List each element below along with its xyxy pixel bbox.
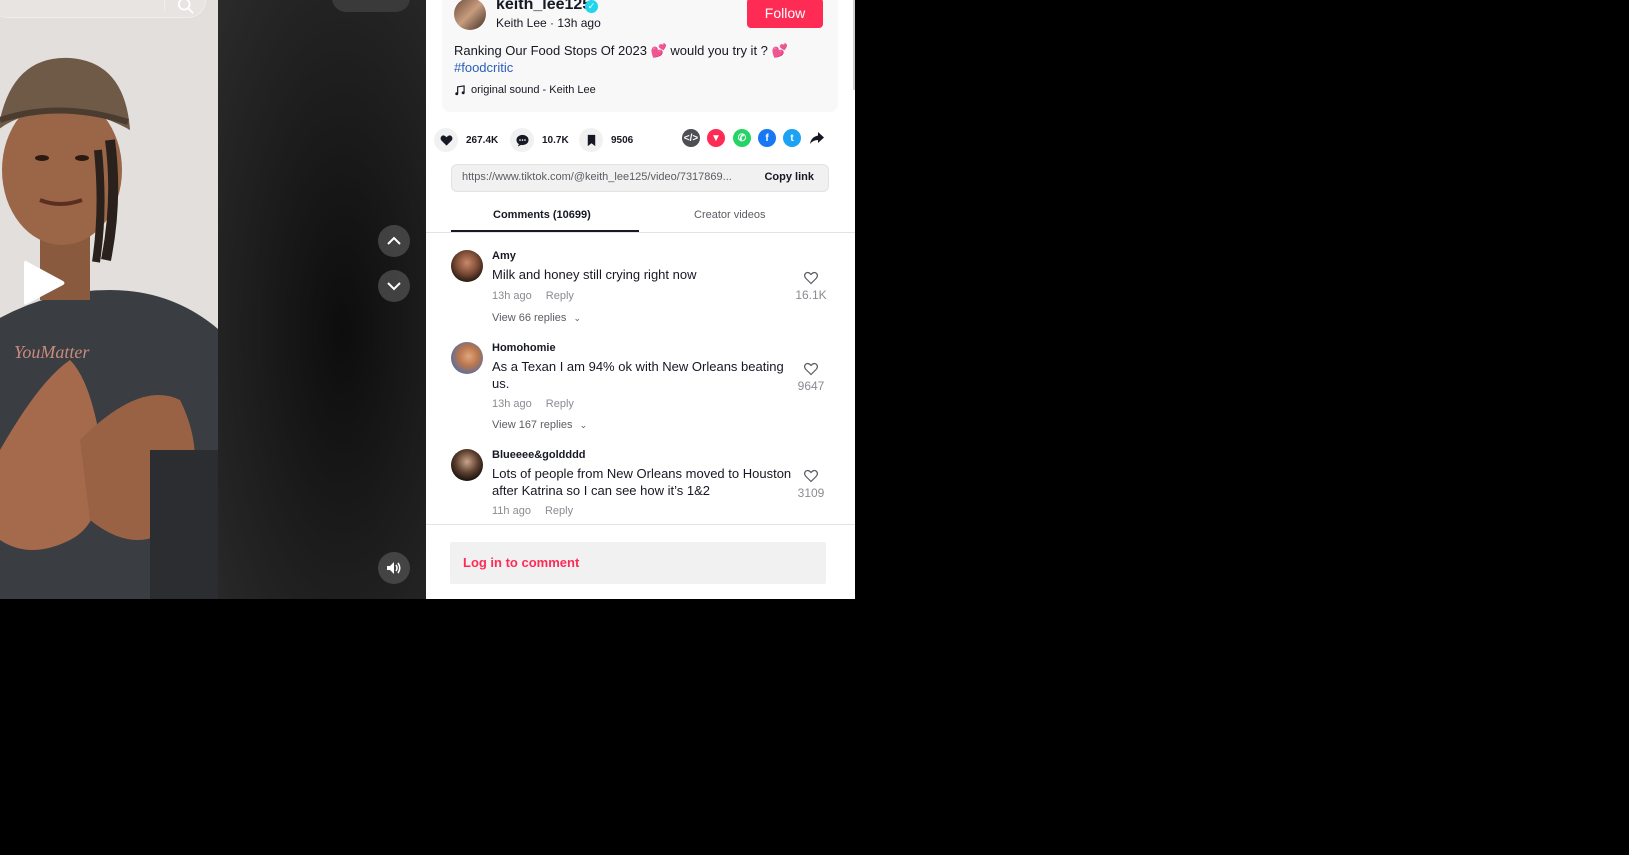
reply-button[interactable]: Reply — [546, 398, 574, 410]
tab-creator-videos[interactable]: Creator videos — [694, 209, 766, 221]
twitter-icon[interactable]: t — [783, 129, 801, 147]
heart-icon — [440, 134, 452, 146]
comment-text: As a Texan I am 94% ok with New Orleans … — [492, 359, 784, 391]
comment-button[interactable] — [510, 128, 534, 152]
tab-comments[interactable]: Comments (10699) — [493, 209, 591, 221]
view-replies-button[interactable]: View 66 replies ⌄ — [492, 312, 581, 324]
search-bar[interactable] — [0, 0, 206, 18]
panel-scrollbar[interactable] — [853, 0, 855, 90]
comment-meta: 13h ago Reply — [492, 398, 574, 410]
comment-time: 13h ago — [492, 398, 532, 410]
comment-like[interactable]: 16.1K — [794, 271, 828, 302]
share-arrow-icon[interactable] — [808, 129, 826, 147]
report-button[interactable] — [332, 0, 410, 12]
comment-like-count: 3109 — [797, 486, 825, 500]
creator-username[interactable]: keith_lee125 — [496, 0, 591, 14]
send-icon[interactable]: ▼ — [707, 129, 725, 147]
comments-divider — [426, 524, 855, 525]
hashtag-link[interactable]: #foodcritic — [454, 60, 513, 75]
comment-like[interactable]: 9647 — [794, 362, 828, 393]
comment-like-count: 16.1K — [795, 288, 827, 302]
comment-text: Milk and honey still crying right now — [492, 267, 697, 282]
commenter-username[interactable]: Amy — [492, 250, 516, 262]
music-note-icon — [455, 84, 465, 95]
save-count: 9506 — [611, 134, 634, 146]
heart-outline-icon — [804, 271, 818, 285]
volume-button[interactable] — [378, 552, 410, 584]
comment-like-count: 9647 — [797, 379, 825, 393]
like-button[interactable] — [434, 128, 458, 152]
reply-button[interactable]: Reply — [545, 505, 573, 517]
chevron-down-icon: ⌄ — [579, 420, 588, 430]
next-video-button[interactable] — [378, 270, 410, 302]
comment-text: Lots of people from New Orleans moved to… — [492, 466, 792, 498]
login-to-comment-box[interactable]: Log in to comment — [450, 542, 826, 584]
embed-icon[interactable]: </> — [682, 129, 700, 147]
whatsapp-icon[interactable]: ✆ — [733, 129, 751, 147]
video-player[interactable]: YouMatter — [0, 0, 218, 599]
svg-text:YouMatter: YouMatter — [14, 342, 90, 362]
share-link-url[interactable]: https://www.tiktok.com/@keith_lee125/vid… — [462, 171, 747, 183]
comment-item: Amy Milk and honey still crying right no… — [451, 250, 841, 330]
comment-item: Blueeee&goldddd Lots of people from New … — [451, 449, 841, 519]
panel-tabs: Comments (10699) Creator videos — [426, 204, 855, 233]
heart-outline-icon — [804, 362, 818, 376]
sound-label: original sound - Keith Lee — [471, 84, 596, 96]
post-description: Ranking Our Food Stops Of 2023 💕 would y… — [454, 43, 788, 58]
heart-outline-icon — [804, 469, 818, 483]
chevron-down-icon — [387, 282, 401, 291]
commenter-avatar[interactable] — [451, 342, 483, 374]
comment-stat[interactable]: 10.7K — [510, 128, 569, 152]
bookmark-icon — [587, 134, 595, 146]
follow-button[interactable]: Follow — [747, 0, 823, 28]
commenter-avatar[interactable] — [451, 250, 483, 282]
chevron-up-icon — [387, 236, 401, 245]
commenter-username[interactable]: Homohomie — [492, 342, 556, 354]
tiktok-video-page: YouMatter keith_lee125 ✓ Keith Lee · 13h… — [0, 0, 855, 599]
comment-count: 10.7K — [542, 134, 569, 146]
previous-video-button[interactable] — [378, 225, 410, 257]
comment-like[interactable]: 3109 — [794, 469, 828, 500]
view-replies-button[interactable]: View 167 replies ⌄ — [492, 419, 587, 431]
like-stat[interactable]: 267.4K — [434, 128, 498, 152]
commenter-username[interactable]: Blueeee&goldddd — [492, 449, 586, 461]
comment-meta: 11h ago Reply — [492, 505, 573, 517]
comment-meta: 13h ago Reply — [492, 290, 574, 302]
details-panel: keith_lee125 ✓ Keith Lee · 13h ago Follo… — [426, 0, 855, 599]
comment-bubble-icon — [515, 134, 529, 147]
facebook-icon[interactable]: f — [758, 129, 776, 147]
login-to-comment-link[interactable]: Log in to comment — [463, 555, 579, 570]
like-count: 267.4K — [466, 134, 499, 146]
share-link-box: https://www.tiktok.com/@keith_lee125/vid… — [451, 164, 829, 192]
creator-name-time: Keith Lee · 13h ago — [496, 16, 601, 30]
chevron-down-icon: ⌄ — [573, 313, 582, 323]
save-stat[interactable]: 9506 — [579, 128, 633, 152]
search-divider — [164, 0, 165, 11]
reply-button[interactable]: Reply — [546, 290, 574, 302]
comment-time: 11h ago — [492, 505, 531, 517]
view-replies-label: View 167 replies — [492, 419, 573, 431]
verified-badge-icon: ✓ — [585, 0, 598, 13]
save-button[interactable] — [579, 128, 603, 152]
comment-item: Homohomie As a Texan I am 94% ok with Ne… — [451, 342, 841, 436]
search-icon[interactable] — [177, 0, 195, 15]
commenter-avatar[interactable] — [451, 449, 483, 481]
volume-icon — [387, 562, 401, 574]
play-icon[interactable] — [22, 258, 66, 308]
comment-time: 13h ago — [492, 290, 532, 302]
sound-link[interactable]: original sound - Keith Lee — [454, 84, 596, 96]
copy-link-button[interactable]: Copy link — [764, 171, 814, 183]
active-tab-indicator — [451, 230, 639, 232]
view-replies-label: View 66 replies — [492, 312, 567, 324]
